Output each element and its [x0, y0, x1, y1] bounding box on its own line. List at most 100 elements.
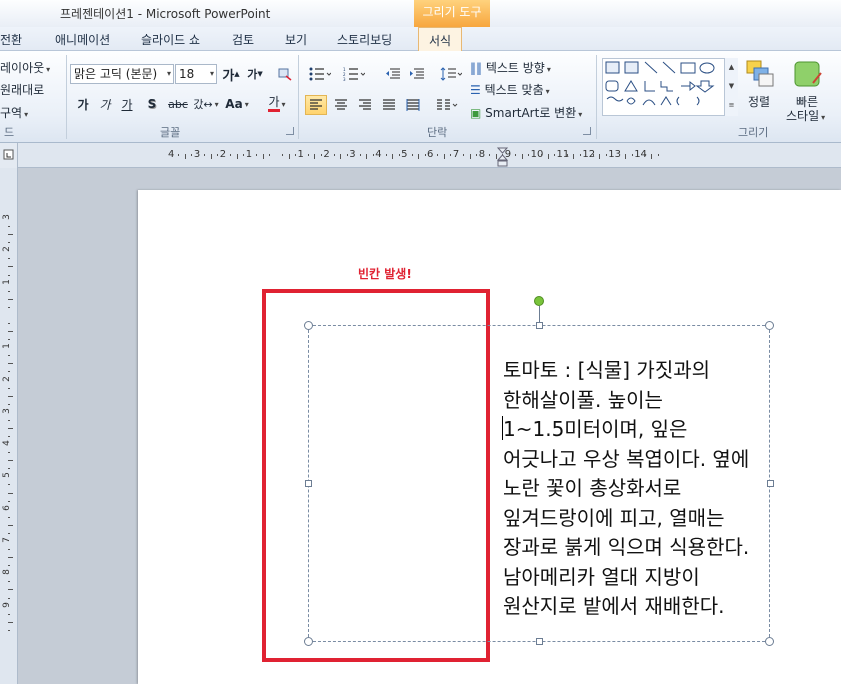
- vruler-label: 7: [1, 537, 12, 543]
- vruler-tick: [8, 331, 13, 333]
- shapes-gallery[interactable]: [602, 58, 738, 116]
- tab-storyboarding[interactable]: 스토리보딩: [337, 31, 392, 48]
- vruler-tick: [8, 597, 10, 599]
- convert-to-smartart-button[interactable]: ▣ SmartArt로 변환 ▾: [470, 104, 582, 121]
- font-name-combo[interactable]: 맑은 고딕 (본문) ▾: [70, 64, 174, 84]
- clear-format-icon[interactable]: [276, 65, 294, 83]
- tab-format[interactable]: 서식: [418, 27, 463, 52]
- font-dialog-launcher[interactable]: [286, 127, 294, 135]
- vruler-tick: [8, 532, 10, 534]
- hruler-tick: [528, 154, 530, 156]
- hruler-tick: [262, 154, 264, 159]
- hruler-label: 4: [375, 149, 382, 160]
- resize-handle-bottom-left[interactable]: [304, 637, 313, 646]
- tab-slide-show[interactable]: 슬라이드 쇼: [141, 31, 200, 48]
- window-title: 프레젠테이션1 - Microsoft PowerPoint: [60, 7, 271, 21]
- resize-handle-bottom-right[interactable]: [765, 637, 774, 646]
- vruler-tick: [8, 419, 10, 421]
- paragraph-dialog-launcher[interactable]: [583, 127, 591, 135]
- decrease-indent-icon[interactable]: [383, 65, 403, 83]
- vruler-label: 2: [1, 246, 12, 253]
- vruler-tick: [8, 306, 10, 308]
- hruler-label: 7: [452, 149, 460, 160]
- vruler-label: 2: [1, 375, 12, 382]
- hruler-tick: [398, 154, 400, 156]
- underline-button[interactable]: 가: [119, 95, 135, 113]
- hruler-label: 3: [193, 149, 201, 160]
- resize-handle-top-right[interactable]: [765, 321, 774, 330]
- slides-group-label: 드: [4, 126, 15, 139]
- resize-handle-top[interactable]: [536, 322, 543, 329]
- increase-indent-icon[interactable]: [407, 65, 427, 83]
- tab-view[interactable]: 보기: [285, 31, 307, 48]
- grow-font-button[interactable]: 가 ▲: [222, 65, 240, 84]
- align-right-icon[interactable]: [354, 95, 376, 115]
- numbering-icon[interactable]: 123: [340, 65, 368, 83]
- text-box-content[interactable]: 토마토 : [식물] 가짓과의 한해살이풀. 높이는 1~1.5미터이며, 잎은…: [503, 356, 761, 622]
- reset-button[interactable]: 원래대로: [0, 81, 44, 98]
- scroll-up-icon[interactable]: ▲: [725, 58, 738, 77]
- strikethrough-button[interactable]: abc: [166, 95, 190, 113]
- layout-button[interactable]: 레이아웃 ▾: [0, 59, 50, 76]
- shadow-button[interactable]: S: [144, 95, 160, 113]
- quick-styles-label-2[interactable]: 스타일 ▾: [786, 107, 825, 124]
- indent-marker-icon[interactable]: [496, 147, 509, 172]
- line-spacing-icon[interactable]: [437, 65, 465, 83]
- hruler-label: 5: [401, 149, 408, 160]
- justify-icon[interactable]: [378, 95, 400, 115]
- hruler-tick: [579, 154, 581, 156]
- hruler-tick: [385, 154, 387, 156]
- bold-button[interactable]: 가: [75, 95, 91, 113]
- vruler-label: 6: [1, 504, 12, 511]
- hruler-tick: [625, 154, 627, 159]
- character-spacing-button[interactable]: 갔↔ ▾: [193, 95, 219, 113]
- vruler-tick: [8, 266, 13, 268]
- align-text-button[interactable]: ☰ 텍스트 맞춤 ▾: [470, 81, 550, 98]
- change-case-button[interactable]: Aa ▾: [224, 95, 250, 113]
- italic-button[interactable]: 가: [97, 95, 113, 113]
- vruler-tick: [8, 226, 10, 228]
- vertical-ruler[interactable]: 3 2 1 1 2 3 4 5 6 7 8 9: [0, 168, 18, 684]
- hruler-tick: [210, 154, 212, 159]
- gallery-scroll[interactable]: ▲ ▼ ≡: [724, 58, 738, 116]
- hruler-tick: [372, 154, 374, 156]
- hruler-tick: [288, 154, 290, 159]
- vruler-tick: [8, 322, 10, 324]
- resize-handle-top-left[interactable]: [304, 321, 313, 330]
- tab-animations[interactable]: 애니메이션: [55, 31, 110, 48]
- shrink-font-button[interactable]: 가 ▼: [246, 65, 264, 83]
- hruler-tick: [204, 154, 206, 156]
- resize-handle-right[interactable]: [767, 480, 774, 487]
- more-icon[interactable]: ≡: [725, 96, 738, 115]
- bullets-icon[interactable]: [306, 65, 334, 83]
- font-size-combo[interactable]: 18 ▾: [175, 64, 217, 84]
- vruler-tick: [8, 363, 13, 365]
- hruler-tick: [307, 154, 309, 156]
- columns-icon[interactable]: [433, 95, 461, 115]
- hruler-tick: [191, 154, 193, 156]
- text-direction-button[interactable]: ‖‖ 텍스트 방향 ▾: [470, 59, 551, 76]
- resize-handle-left[interactable]: [305, 480, 312, 487]
- arrange-icon[interactable]: [744, 57, 776, 91]
- font-color-button[interactable]: 가 ▾: [262, 95, 292, 113]
- quick-styles-icon[interactable]: [792, 57, 824, 91]
- hruler-tick: [463, 154, 465, 156]
- arrange-button[interactable]: 정렬: [748, 93, 770, 110]
- rotate-handle[interactable]: [534, 296, 544, 306]
- hruler-label: 1: [245, 149, 253, 160]
- vruler-tick: [8, 234, 13, 236]
- resize-handle-bottom[interactable]: [536, 638, 543, 645]
- ruler-corner[interactable]: [0, 143, 18, 168]
- tab-review[interactable]: 검토: [232, 31, 254, 48]
- hruler-tick: [320, 154, 322, 156]
- distributed-icon[interactable]: [402, 95, 424, 115]
- scroll-down-icon[interactable]: ▼: [725, 77, 738, 96]
- horizontal-ruler[interactable]: 4 3 2 1 1 2 3 4 5 6 7 8 9 10 11 12 13 14: [18, 143, 841, 168]
- hruler-tick: [366, 154, 368, 159]
- vruler-tick: [8, 403, 10, 405]
- hruler-tick: [599, 154, 601, 159]
- section-button[interactable]: 구역 ▾: [0, 104, 28, 121]
- align-center-icon[interactable]: [330, 95, 352, 115]
- tab-transitions[interactable]: 전환: [0, 31, 22, 48]
- align-left-icon[interactable]: [305, 95, 327, 115]
